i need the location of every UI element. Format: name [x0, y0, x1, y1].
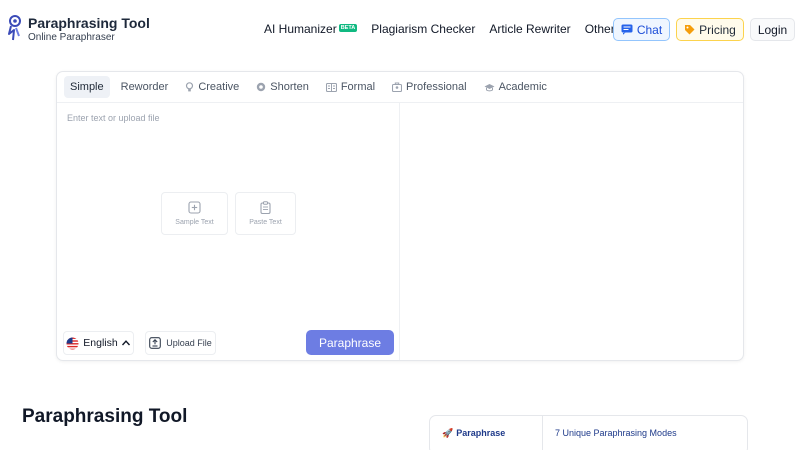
- page-heading: Paraphrasing Tool: [22, 406, 188, 427]
- nav-plagiarism-checker-label: Plagiarism Checker: [371, 22, 476, 36]
- nav-article-rewriter-label: Article Rewriter: [489, 22, 571, 36]
- tab-formal-label: Formal: [340, 81, 376, 93]
- sample-text-button[interactable]: Sample Text: [161, 192, 228, 235]
- tab-simple[interactable]: Simple: [64, 76, 110, 98]
- brand-title: Paraphrasing Tool: [28, 15, 150, 31]
- shorten-icon: [257, 82, 266, 92]
- nav-ai-humanizer[interactable]: AI Humanizer BETA: [264, 22, 358, 36]
- paraphrase-label: Paraphrase: [318, 335, 382, 350]
- lightbulb-icon: [186, 82, 194, 92]
- tab-shorten[interactable]: Shorten: [250, 76, 315, 98]
- header: Paraphrasing Tool Online Paraphraser AI …: [0, 0, 800, 58]
- tab-creative-label: Creative: [198, 81, 240, 93]
- logo[interactable]: Paraphrasing Tool Online Paraphraser: [4, 14, 150, 44]
- us-flag-icon: [66, 337, 79, 349]
- feature-table: 🚀 Paraphrase 7 Unique Paraphrasing Modes: [429, 415, 748, 450]
- brand-subtitle: Online Paraphraser: [28, 32, 115, 43]
- nav-plagiarism-checker[interactable]: Plagiarism Checker: [371, 22, 475, 36]
- chat-label: Chat: [636, 22, 663, 37]
- tab-shorten-label: Shorten: [270, 81, 309, 93]
- sample-text-label: Sample Text: [175, 219, 214, 226]
- tab-reworder-label: Reworder: [120, 81, 169, 93]
- chat-icon: [621, 24, 633, 35]
- tab-formal[interactable]: Formal: [320, 76, 381, 98]
- language-selector[interactable]: English: [63, 331, 134, 355]
- tab-professional-label: Professional: [406, 81, 467, 93]
- tab-academic[interactable]: Academic: [478, 76, 553, 98]
- main-nav: AI Humanizer BETA Plagiarism Checker Art…: [264, 18, 659, 40]
- plus-square-icon: [188, 201, 201, 214]
- login-button[interactable]: Login: [750, 18, 795, 41]
- chevron-up-icon: [121, 340, 130, 346]
- nav-article-rewriter[interactable]: Article Rewriter: [489, 22, 570, 36]
- output-pane: [400, 103, 743, 360]
- pricing-label: Pricing: [699, 22, 736, 37]
- paste-text-button[interactable]: Paste Text: [235, 192, 296, 235]
- price-tag-icon: [685, 25, 695, 35]
- upload-file-label: Upload File: [166, 338, 212, 348]
- paste-text-label: Paste Text: [249, 219, 282, 226]
- pricing-button[interactable]: Pricing: [676, 18, 744, 41]
- feature-name-cell: 🚀 Paraphrase: [430, 416, 543, 450]
- logo-icon: [8, 15, 21, 41]
- mode-tabs: Simple Reworder Creative Shorten Formal …: [57, 72, 743, 103]
- chat-button[interactable]: Chat: [613, 18, 670, 41]
- tab-professional[interactable]: Professional: [386, 76, 473, 98]
- upload-icon: [149, 337, 162, 349]
- paraphraser-card: Simple Reworder Creative Shorten Formal …: [56, 71, 744, 361]
- tab-reworder[interactable]: Reworder: [115, 76, 175, 98]
- formal-icon: [325, 82, 337, 92]
- graduation-cap-icon: [484, 83, 495, 91]
- input-pane: Sample Text Paste Text: [57, 103, 400, 360]
- feature-description: 7 Unique Paraphrasing Modes: [555, 428, 677, 438]
- language-label: English: [83, 337, 118, 349]
- login-label: Login: [757, 22, 788, 37]
- clipboard-icon: [260, 201, 271, 214]
- upload-file-button[interactable]: Upload File: [145, 331, 216, 355]
- tab-simple-label: Simple: [70, 81, 104, 93]
- tab-academic-label: Academic: [498, 81, 547, 93]
- briefcase-icon: [392, 82, 403, 92]
- beta-badge: BETA: [338, 24, 358, 32]
- tab-creative[interactable]: Creative: [179, 76, 245, 98]
- rocket-icon: 🚀: [442, 428, 454, 438]
- paraphrase-button[interactable]: Paraphrase: [306, 330, 394, 355]
- feature-name: Paraphrase: [456, 428, 506, 438]
- nav-ai-humanizer-label: AI Humanizer: [264, 22, 337, 36]
